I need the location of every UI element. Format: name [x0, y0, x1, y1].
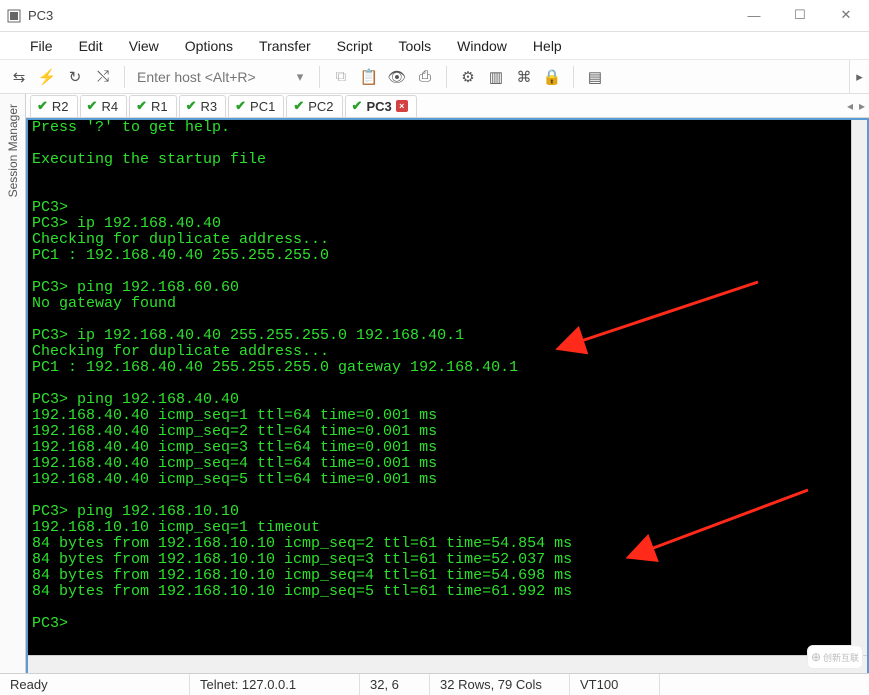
terminal-output[interactable]: Press '?' to get help. Executing the sta…: [28, 120, 851, 655]
tab-label: PC1: [250, 99, 275, 114]
host-dropdown-icon[interactable]: ▾: [291, 66, 309, 88]
close-button[interactable]: ✕: [823, 0, 869, 30]
tab-r3[interactable]: ✔ R3: [179, 95, 227, 117]
window-title: PC3: [28, 8, 53, 23]
check-icon: ✔: [37, 98, 48, 114]
menu-script[interactable]: Script: [325, 34, 385, 58]
menu-view[interactable]: View: [117, 34, 171, 58]
tab-pc1[interactable]: ✔ PC1: [228, 95, 284, 117]
maximize-button[interactable]: ☐: [777, 0, 823, 30]
lock-icon[interactable]: 🔒: [541, 66, 563, 88]
toolbar-separator: [446, 66, 447, 88]
menu-help[interactable]: Help: [521, 34, 574, 58]
tab-label: R4: [101, 99, 118, 114]
check-icon: ✔: [186, 98, 197, 114]
disconnect-icon[interactable]: ⤭: [92, 66, 114, 88]
menu-transfer[interactable]: Transfer: [247, 34, 323, 58]
check-icon: ✔: [87, 98, 98, 114]
tab-r1[interactable]: ✔ R1: [129, 95, 177, 117]
key-icon[interactable]: ⌘: [513, 66, 535, 88]
check-icon: ✔: [235, 98, 246, 114]
tab-r2[interactable]: ✔ R2: [30, 95, 78, 117]
tab-pc3[interactable]: ✔PC3 ×: [345, 95, 417, 117]
toolbar-separator: [319, 66, 320, 88]
settings-icon[interactable]: ⚙: [457, 66, 479, 88]
tab-label: PC3: [366, 99, 391, 114]
terminal-scrollbar-vertical[interactable]: [851, 120, 867, 655]
tab-label: R3: [201, 99, 218, 114]
tab-pc2[interactable]: ✔ PC2: [286, 95, 342, 117]
status-cursor-pos: 32, 6: [360, 674, 430, 695]
status-emulation: VT100: [570, 674, 660, 695]
tab-r4[interactable]: ✔R4: [80, 95, 128, 117]
device-icon[interactable]: ▥: [485, 66, 507, 88]
ftp-icon[interactable]: ▤: [584, 66, 606, 88]
paste-icon[interactable]: 📋: [358, 66, 380, 88]
print-icon[interactable]: ⎙: [414, 66, 436, 88]
menu-edit[interactable]: Edit: [67, 34, 115, 58]
tab-label: PC2: [308, 99, 333, 114]
status-screen-size: 32 Rows, 79 Cols: [430, 674, 570, 695]
session-manager-label: Session Manager: [6, 104, 20, 197]
titlebar: PC3 — ☐ ✕: [0, 0, 869, 32]
status-connection: Telnet: 127.0.0.1: [190, 674, 360, 695]
toolbar-separator: [124, 66, 125, 88]
tab-scroll-right-icon[interactable]: ▸: [859, 99, 865, 113]
tab-label: R1: [151, 99, 168, 114]
terminal-scrollbar-horizontal[interactable]: [28, 655, 867, 673]
watermark: ⊕创新互联: [807, 645, 863, 669]
status-spacer: [660, 674, 869, 695]
check-icon: ✔: [136, 98, 147, 114]
tab-close-icon[interactable]: ×: [396, 100, 408, 112]
tab-label: R2: [52, 99, 69, 114]
toolbar-separator: [573, 66, 574, 88]
check-icon: ✔: [352, 98, 363, 114]
app-icon: [6, 8, 22, 24]
menubar: FileEditViewOptionsTransferScriptToolsWi…: [0, 32, 869, 60]
status-state: Ready: [0, 674, 190, 695]
session-manager-panel[interactable]: Session Manager: [0, 94, 26, 673]
toolbar: ⇆ ⚡ ↻ ⤭ ▾ ⧉ 📋 👁 ⎙ ⚙ ▥ ⌘ 🔒 ▤ ▸: [0, 60, 869, 94]
connect-icon[interactable]: ⇆: [8, 66, 30, 88]
check-icon: ✔: [293, 98, 304, 114]
reconnect-icon[interactable]: ↻: [64, 66, 86, 88]
find-icon[interactable]: 👁: [386, 66, 408, 88]
menu-options[interactable]: Options: [173, 34, 245, 58]
toolbar-overflow-icon[interactable]: ▸: [849, 60, 869, 93]
copy-icon[interactable]: ⧉: [330, 66, 352, 88]
menu-tools[interactable]: Tools: [386, 34, 443, 58]
host-input[interactable]: [135, 66, 285, 88]
menu-file[interactable]: File: [18, 34, 65, 58]
minimize-button[interactable]: —: [731, 0, 777, 30]
tab-scroll-left-icon[interactable]: ◂: [847, 99, 853, 113]
tabstrip: ✔R2✔R4✔R1✔R3✔PC1✔PC2✔PC3× ◂ ▸: [26, 94, 869, 118]
quick-connect-icon[interactable]: ⚡: [36, 66, 58, 88]
statusbar: Ready Telnet: 127.0.0.1 32, 6 32 Rows, 7…: [0, 673, 869, 695]
menu-window[interactable]: Window: [445, 34, 519, 58]
